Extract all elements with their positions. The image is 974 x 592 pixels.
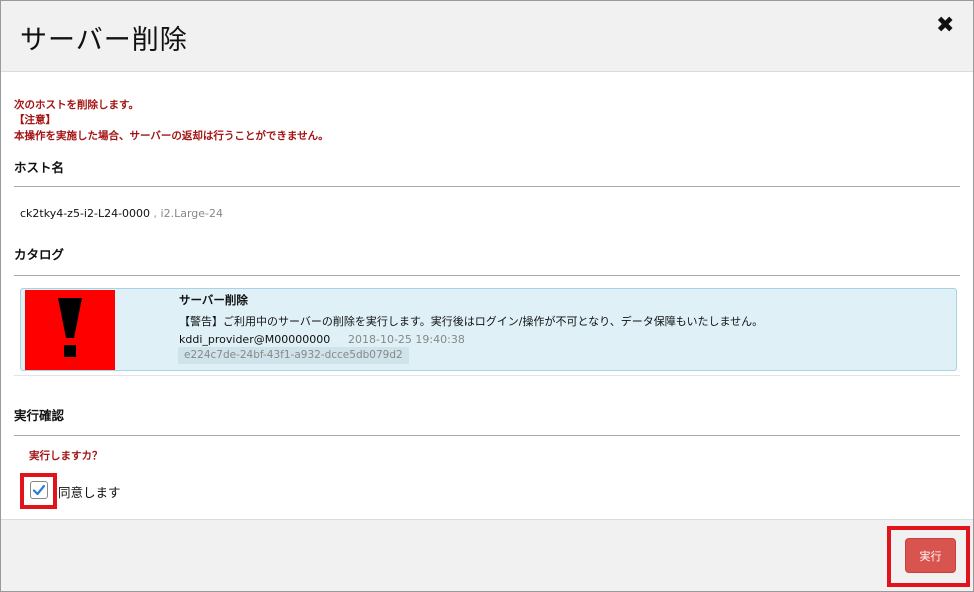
- catalog-item-date: 2018-10-25 19:40:38: [348, 333, 465, 346]
- divider: [14, 275, 960, 276]
- execute-button[interactable]: 実行: [905, 538, 956, 573]
- agree-checkbox[interactable]: [30, 481, 48, 499]
- host-separator: ,: [153, 207, 158, 220]
- divider: [14, 186, 960, 187]
- confirm-section-title: 実行確認: [14, 408, 65, 423]
- confirm-question: 実行しますカ？: [29, 450, 103, 462]
- host-info: ck2tky4-z5-i2-L24-0000 , i2.Large-24: [20, 207, 223, 220]
- check-icon: [32, 484, 46, 496]
- catalog-section-title: カタログ: [14, 247, 65, 262]
- catalog-item-user: kddi_provider@M00000000: [179, 333, 331, 346]
- agree-label[interactable]: 同意します: [58, 482, 121, 501]
- warning-line-3: 本操作を実施した場合、サーバーの返却は行うことができません。: [14, 130, 329, 142]
- catalog-item-card: サーバー削除 【警告】ご利用中のサーバーの削除を実行します。実行後はログイン/操…: [20, 288, 957, 371]
- close-icon[interactable]: ✖: [936, 15, 954, 37]
- divider: [14, 375, 960, 376]
- divider: [14, 435, 960, 436]
- dialog-title: サーバー削除: [20, 25, 188, 56]
- host-section-title: ホスト名: [14, 160, 65, 175]
- host-name: ck2tky4-z5-i2-L24-0000: [20, 207, 151, 220]
- dialog-footer: [1, 519, 973, 591]
- exclamation-icon: [58, 298, 82, 357]
- warning-line-2: 【注意】: [14, 114, 56, 126]
- host-flavor: i2.Large-24: [160, 207, 224, 220]
- catalog-item-id: e224c7de-24bf-43f1-a932-dcce5db079d2: [178, 347, 409, 364]
- delete-server-dialog: サーバー削除 ✖ 次のホストを削除します。 【注意】 本操作を実施した場合、サー…: [0, 0, 974, 592]
- catalog-item-description: 【警告】ご利用中のサーバーの削除を実行します。実行後はログイン/操作が不可となり…: [179, 315, 764, 328]
- catalog-item-name: サーバー削除: [179, 293, 248, 307]
- alert-box: [25, 290, 115, 370]
- warning-line-1: 次のホストを削除します。: [14, 99, 139, 111]
- dialog-header: サーバー削除 ✖: [1, 1, 973, 72]
